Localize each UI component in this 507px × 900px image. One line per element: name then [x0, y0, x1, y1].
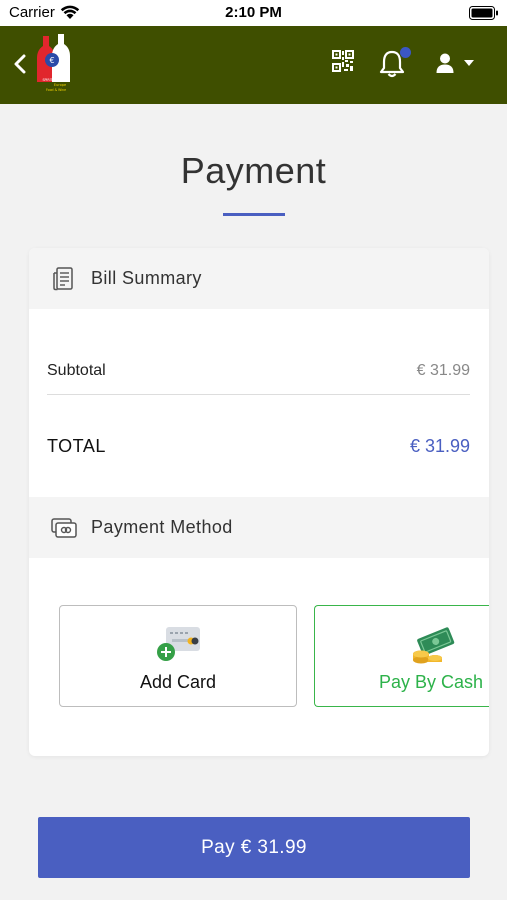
brand-logo[interactable]: € SPIRITS & WINES Europe Food & Wine: [36, 32, 76, 96]
total-label: TOTAL: [47, 435, 106, 456]
add-card-label: Add Card: [139, 672, 217, 692]
qr-code-icon: [332, 50, 354, 72]
receipt-icon: [51, 266, 77, 292]
payment-card: Bill Summary Subtotal € 31.99 TOTAL € 31…: [29, 248, 489, 756]
divider: [47, 394, 470, 395]
notification-badge: [400, 47, 411, 58]
svg-text:Food & Wine: Food & Wine: [46, 88, 66, 92]
bill-summary-heading: Bill Summary: [91, 268, 202, 288]
subtotal-value: € 31.99: [416, 362, 470, 379]
svg-text:Europe: Europe: [54, 83, 66, 87]
svg-text:SPIRITS & WINES: SPIRITS & WINES: [42, 78, 69, 82]
payment-method-header: Payment Method: [29, 497, 489, 558]
user-icon: [436, 53, 454, 73]
chevron-left-icon: [14, 54, 26, 74]
pay-by-cash-label: Pay By Cash: [379, 672, 484, 692]
notifications-button[interactable]: [378, 46, 411, 80]
pay-by-cash-option[interactable]: Pay By Cash: [314, 605, 489, 707]
svg-text:€: €: [49, 56, 54, 65]
subtotal-label: Subtotal: [47, 362, 106, 379]
bill-summary-header: Bill Summary: [29, 248, 489, 309]
pay-button[interactable]: Pay € 31.99: [38, 817, 470, 878]
subtotal-row: Subtotal € 31.99: [47, 356, 470, 386]
caret-down-icon: [464, 60, 474, 66]
back-button[interactable]: [8, 50, 32, 78]
title-underline: [223, 213, 285, 216]
credit-card-icon: [51, 515, 77, 541]
total-row: TOTAL € 31.99: [47, 431, 470, 461]
page-title: Payment: [180, 150, 327, 191]
cash-icon: [409, 624, 459, 666]
status-bar: Carrier 2:10 PM: [0, 0, 507, 26]
user-menu-button[interactable]: [436, 48, 488, 78]
qr-scan-button[interactable]: [332, 50, 356, 74]
add-card-option[interactable]: Add Card: [59, 605, 297, 707]
app-bar: € SPIRITS & WINES Europe Food & Wine: [0, 26, 507, 104]
total-value: € 31.99: [409, 435, 470, 456]
clock: 2:10 PM: [225, 4, 282, 21]
add-card-icon: [154, 624, 204, 666]
battery-icon: [469, 6, 499, 25]
payment-method-heading: Payment Method: [91, 517, 233, 537]
